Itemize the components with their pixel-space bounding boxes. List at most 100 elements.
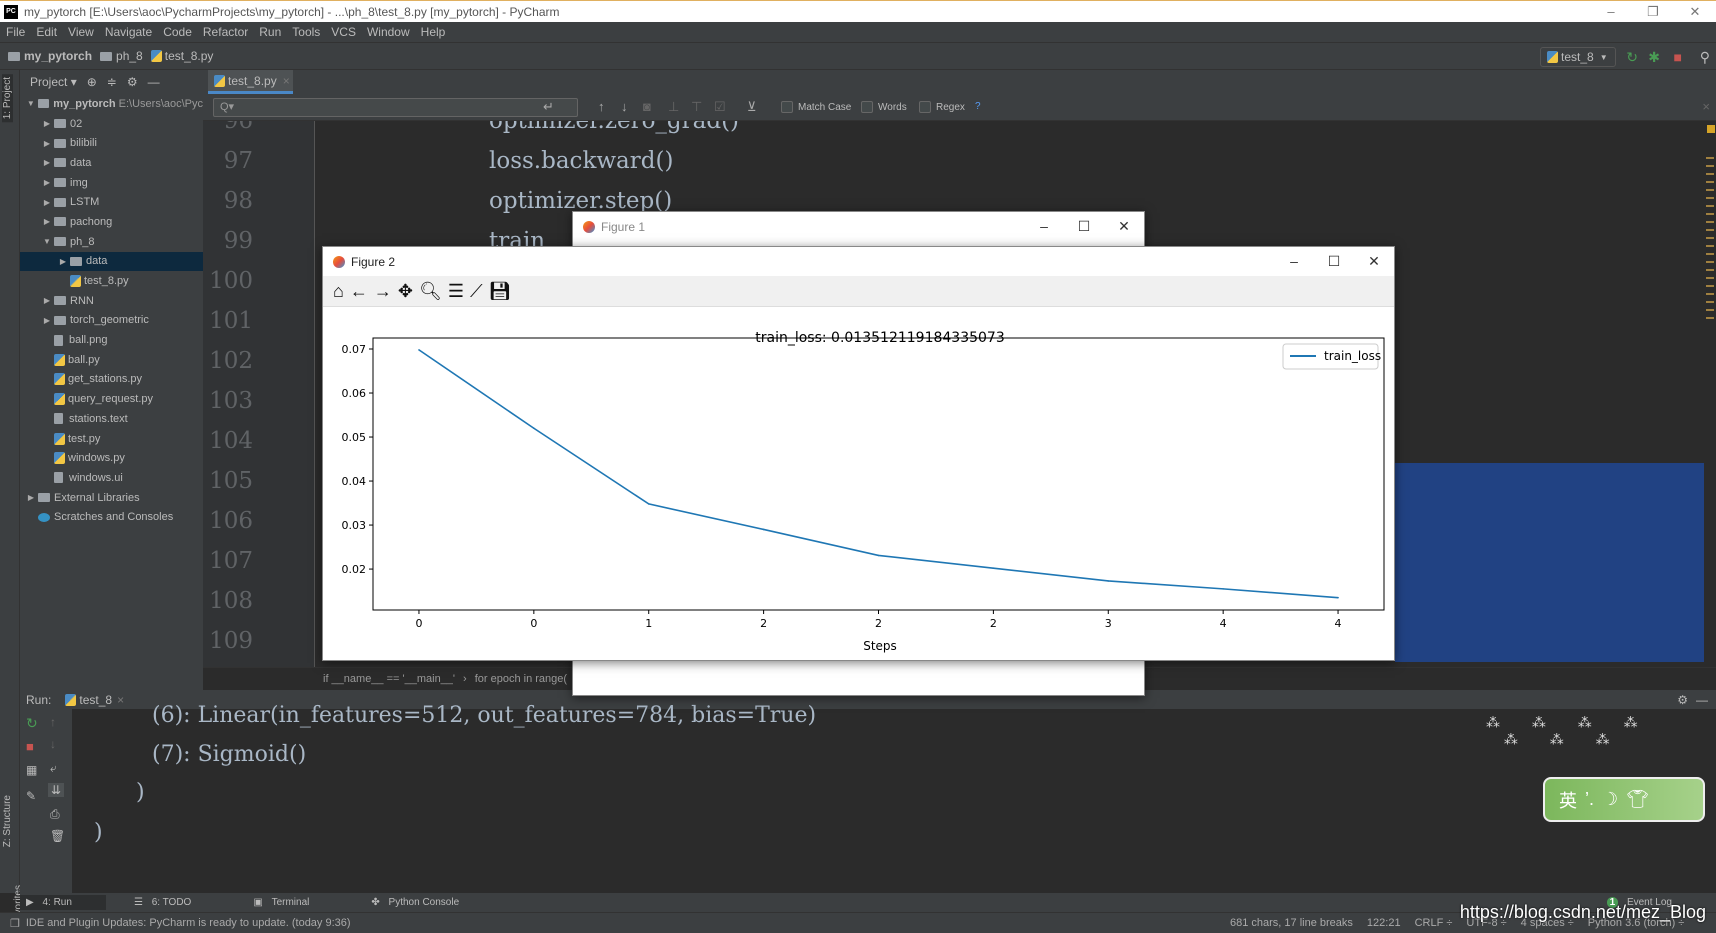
menu-file[interactable]: File	[6, 25, 25, 39]
filter-icon[interactable]: ⊻	[747, 99, 757, 115]
maximize-button[interactable]: ☐	[1064, 212, 1104, 240]
expand-arrow-icon[interactable]: ▶	[24, 493, 38, 502]
tree-item[interactable]: ball.py	[20, 350, 203, 370]
status-icon[interactable]: ❐	[10, 917, 20, 930]
maximize-button[interactable]: ☐	[1314, 247, 1354, 275]
tree-item[interactable]: get_stations.py	[20, 370, 203, 390]
close-find-icon[interactable]: ×	[1702, 99, 1710, 114]
tree-item[interactable]: test.py	[20, 429, 203, 449]
code-crumb-main[interactable]: if __name__ == '__main__'	[323, 673, 455, 685]
tree-root[interactable]: ▼ my_pytorch E:\Users\aoc\Pyc	[20, 94, 203, 114]
minimize-button[interactable]: –	[1590, 1, 1632, 23]
punctuation-icon[interactable]: ’.	[1585, 789, 1594, 810]
find-all-icon[interactable]: ◙	[643, 99, 651, 114]
match-case-checkbox[interactable]: Match Case	[781, 101, 851, 113]
save-icon[interactable]: 💾︎	[489, 281, 512, 302]
tree-item[interactable]: stations.text	[20, 409, 203, 429]
menu-code[interactable]: Code	[163, 25, 192, 39]
pin-icon[interactable]: ✎	[26, 789, 36, 803]
tree-item[interactable]: ▶ LSTM	[20, 192, 203, 212]
add-selection-icon[interactable]: ⊥	[668, 99, 679, 115]
todo-tool-tab[interactable]: ☰ 6: TODO	[128, 895, 225, 910]
checkbox-icon[interactable]	[919, 101, 931, 113]
close-button[interactable]: ✕	[1104, 212, 1144, 240]
minimize-button[interactable]: –	[1274, 247, 1314, 275]
caret-position[interactable]: 122:21	[1367, 917, 1401, 929]
run-tab-test-8[interactable]: test_8 ×	[65, 693, 124, 707]
tree-item[interactable]: ▶ data	[20, 251, 203, 272]
gear-icon[interactable]: ⚙	[1677, 693, 1688, 707]
expand-arrow-icon[interactable]: ▶	[40, 217, 54, 226]
checkbox-icon[interactable]	[781, 101, 793, 113]
structure-tool-tab[interactable]: Z: Structure	[2, 795, 13, 847]
ime-language-toggle[interactable]: 英	[1559, 787, 1577, 813]
expand-arrow-icon[interactable]: ▶	[40, 158, 54, 167]
close-button[interactable]: ✕	[1674, 1, 1716, 23]
pan-icon[interactable]: ✥	[398, 281, 413, 302]
minimize-button[interactable]: –	[1024, 212, 1064, 240]
tree-item[interactable]: Scratches and Consoles	[20, 507, 203, 527]
search-input[interactable]: Q▾	[213, 98, 578, 117]
locate-icon[interactable]: ⊕	[87, 75, 97, 89]
print-icon[interactable]: ⎙	[50, 807, 60, 822]
menu-view[interactable]: View	[68, 25, 94, 39]
menu-edit[interactable]: Edit	[36, 25, 57, 39]
figure-2-window[interactable]: Figure 2 – ☐ ✕ ⌂ ← → ✥ 🔍︎ ☰ ⟋ 💾︎ train_los…	[322, 246, 1395, 661]
close-tab-icon[interactable]: ×	[283, 74, 290, 88]
tree-item[interactable]: test_8.py	[20, 271, 203, 291]
edit-axes-icon[interactable]: ⟋	[470, 281, 483, 302]
expand-arrow-icon[interactable]: ▶	[40, 119, 54, 128]
back-icon[interactable]: ←	[350, 281, 368, 302]
close-button[interactable]: ✕	[1354, 247, 1394, 275]
stop-icon[interactable]: ■	[26, 739, 34, 754]
run-console[interactable]: (6): Linear(in_features=512, out_feature…	[72, 703, 1716, 893]
breadcrumb-file[interactable]: test_8.py	[150, 49, 213, 63]
breadcrumb-project[interactable]: my_pytorch	[8, 49, 92, 63]
tree-item[interactable]: ▶ RNN	[20, 291, 203, 311]
expand-arrow-icon[interactable]: ▼	[40, 237, 54, 246]
project-tool-tab[interactable]: 1: Project	[2, 74, 13, 123]
menu-window[interactable]: Window	[367, 25, 410, 39]
expand-arrow-icon[interactable]: ▶	[40, 178, 54, 187]
checkbox-icon[interactable]	[861, 101, 873, 113]
stop-icon[interactable]: ■	[1674, 49, 1682, 65]
tree-item[interactable]: query_request.py	[20, 389, 203, 409]
menu-tools[interactable]: Tools	[292, 25, 320, 39]
rerun-icon[interactable]: ↻	[26, 715, 38, 732]
next-occurrence-icon[interactable]: ↓	[621, 99, 628, 114]
words-checkbox[interactable]: Words	[861, 101, 907, 113]
editor-tab-test-8[interactable]: test_8.py ×	[208, 70, 293, 94]
expand-arrow-icon[interactable]: ▶	[40, 139, 54, 148]
project-view-select[interactable]: Project ▾	[30, 75, 77, 89]
zoom-icon[interactable]: 🔍︎	[419, 281, 442, 302]
scroll-to-end-icon[interactable]: ⇊	[48, 783, 65, 797]
home-icon[interactable]: ⌂	[333, 281, 344, 302]
regex-help-link[interactable]: ?	[975, 101, 981, 112]
tree-item[interactable]: ▶ pachong	[20, 212, 203, 232]
code-crumb-loop[interactable]: for epoch in range(	[475, 673, 567, 685]
python-console-tool-tab[interactable]: ✤ Python Console	[365, 895, 493, 910]
regex-checkbox[interactable]: Regex	[919, 101, 965, 113]
menu-help[interactable]: Help	[421, 25, 446, 39]
run-tool-tab[interactable]: ▶ 4: Run	[20, 895, 106, 910]
expand-arrow-icon[interactable]: ▶	[56, 257, 70, 266]
soft-wrap-icon[interactable]: ⤶	[50, 761, 57, 776]
expand-arrow-icon[interactable]: ▼	[24, 99, 38, 108]
tree-item[interactable]: ▶ bilibili	[20, 133, 203, 153]
tree-item[interactable]: ▶ data	[20, 153, 203, 173]
layout-icon[interactable]: ▦	[26, 763, 37, 777]
menu-navigate[interactable]: Navigate	[105, 25, 152, 39]
down-icon[interactable]: ↓	[50, 737, 56, 751]
expand-arrow-icon[interactable]: ▶	[40, 198, 54, 207]
run-configuration-select[interactable]: test_8 ▼	[1540, 47, 1616, 67]
hide-icon[interactable]: —	[1696, 693, 1708, 707]
previous-occurrence-icon[interactable]: ↑	[598, 99, 605, 114]
tree-item[interactable]: ▼ ph_8	[20, 232, 203, 252]
tree-item[interactable]: ball.png	[20, 330, 203, 350]
close-tab-icon[interactable]: ×	[117, 693, 124, 707]
up-icon[interactable]: ↑	[50, 715, 56, 729]
remove-selection-icon[interactable]: ⊤	[691, 99, 702, 115]
breadcrumb-folder[interactable]: ph_8	[100, 49, 143, 63]
tree-item[interactable]: ▶ 02	[20, 114, 203, 134]
hide-icon[interactable]: —	[148, 75, 160, 89]
